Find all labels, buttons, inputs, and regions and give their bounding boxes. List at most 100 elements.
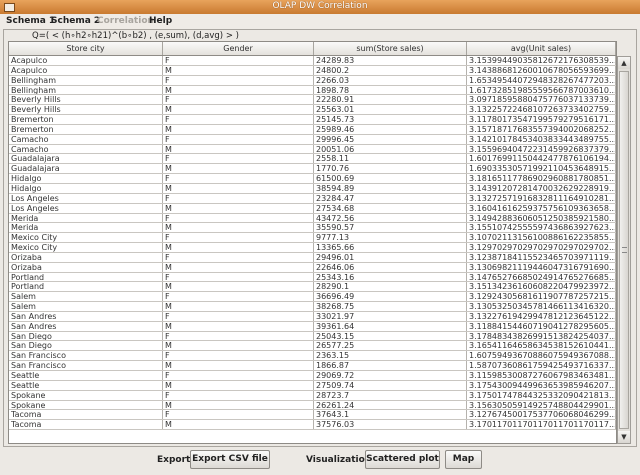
- cell-gender[interactable]: F: [163, 252, 314, 262]
- cell-avg-unit-sales[interactable]: 1.61732851985559566787003610...: [467, 85, 616, 95]
- cell-store-city[interactable]: Los Angeles: [9, 203, 163, 213]
- table-row[interactable]: Camacho F 29996.45 3.1421017845340383344348…: [9, 134, 616, 145]
- table-row[interactable]: Mexico City M 13365.66 3.129702970297029702…: [9, 243, 616, 253]
- cell-avg-unit-sales[interactable]: 3.13227619429947812123645122...: [467, 311, 616, 321]
- cell-gender[interactable]: M: [163, 282, 314, 292]
- cell-avg-unit-sales[interactable]: 3.11598530087276067983463481...: [467, 371, 616, 380]
- cell-gender[interactable]: F: [163, 311, 314, 321]
- cell-sum-store-sales[interactable]: 24800.2: [314, 65, 467, 75]
- cell-store-city[interactable]: Beverly Hills: [9, 105, 163, 115]
- cell-store-city[interactable]: Merida: [9, 223, 163, 233]
- cell-store-city[interactable]: Bellingham: [9, 75, 163, 85]
- table-row[interactable]: San Andres M 39361.64 3.1188415446071904127…: [9, 321, 616, 332]
- menu-schema-1[interactable]: Schema 1: [6, 16, 55, 26]
- cell-store-city[interactable]: Portland: [9, 282, 163, 292]
- cell-avg-unit-sales[interactable]: 3.09718595880475776037133739...: [467, 95, 616, 105]
- table-row[interactable]: Bellingham F 2266.03 1.65349544072948328267…: [9, 75, 616, 86]
- cell-sum-store-sales[interactable]: 43472.56: [314, 213, 467, 223]
- cell-store-city[interactable]: San Diego: [9, 341, 163, 351]
- cell-sum-store-sales[interactable]: 25145.73: [314, 115, 467, 124]
- table-row[interactable]: Hidalgo M 38594.89 3.1439120728147003262922…: [9, 183, 616, 194]
- cell-sum-store-sales[interactable]: 1770.76: [314, 164, 467, 174]
- cell-gender[interactable]: M: [163, 243, 314, 252]
- menu-help[interactable]: Help: [149, 16, 172, 26]
- cell-gender[interactable]: F: [163, 134, 314, 144]
- cell-gender[interactable]: M: [163, 85, 314, 95]
- cell-avg-unit-sales[interactable]: 3.14942883606051250385921580...: [467, 213, 616, 223]
- table-row[interactable]: Guadalajara F 2558.11 1.6017699115044247787…: [9, 154, 616, 165]
- cell-avg-unit-sales[interactable]: 3.17543009449963653985946207...: [467, 380, 616, 390]
- cell-gender[interactable]: M: [163, 164, 314, 174]
- cell-avg-unit-sales[interactable]: 3.16541164658634538152610441...: [467, 341, 616, 351]
- cell-avg-unit-sales[interactable]: 3.15630505914925748804429901...: [467, 400, 616, 410]
- cell-gender[interactable]: M: [163, 65, 314, 75]
- cell-gender[interactable]: M: [163, 361, 314, 370]
- table-row[interactable]: San Diego F 25043.15 3.17848343826991513824…: [9, 331, 616, 342]
- cell-avg-unit-sales[interactable]: 3.11884154460719041278295605...: [467, 321, 616, 331]
- export-csv-button[interactable]: Export CSV file: [190, 450, 270, 469]
- table-row[interactable]: Bremerton F 25145.73 3.11780173547199579279…: [9, 115, 616, 125]
- cell-sum-store-sales[interactable]: 9777.13: [314, 233, 467, 243]
- scroll-down-icon[interactable]: ▼: [618, 431, 630, 443]
- table-row[interactable]: Merida M 35590.57 3.15510742555597436863927…: [9, 223, 616, 234]
- cell-gender[interactable]: F: [163, 390, 314, 400]
- cell-store-city[interactable]: Camacho: [9, 134, 163, 144]
- table-row[interactable]: Bremerton M 25989.46 3.15718717683557394002…: [9, 124, 616, 135]
- cell-sum-store-sales[interactable]: 28723.7: [314, 390, 467, 400]
- cell-sum-store-sales[interactable]: 37576.03: [314, 420, 467, 430]
- cell-avg-unit-sales[interactable]: 3.15399449035812672176308539...: [467, 56, 616, 65]
- cell-avg-unit-sales[interactable]: 3.12387184115523465703971119...: [467, 252, 616, 262]
- scrollbar-thumb[interactable]: [619, 71, 629, 429]
- cell-gender[interactable]: F: [163, 154, 314, 164]
- cell-avg-unit-sales[interactable]: 3.16041616259375756109363658...: [467, 203, 616, 213]
- table-row[interactable]: Beverly Hills F 22280.91 3.0971859588047577…: [9, 95, 616, 106]
- table-row[interactable]: Orizaba F 29496.01 3.1238718411552346570397…: [9, 252, 616, 263]
- cell-store-city[interactable]: Bremerton: [9, 115, 163, 124]
- cell-sum-store-sales[interactable]: 61500.69: [314, 174, 467, 183]
- cell-store-city[interactable]: Seattle: [9, 380, 163, 390]
- cell-avg-unit-sales[interactable]: 3.15596940472231459926837379...: [467, 144, 616, 154]
- table-row[interactable]: Camacho M 20051.06 3.1559694047223145992683…: [9, 144, 616, 155]
- cell-gender[interactable]: M: [163, 380, 314, 390]
- table-row[interactable]: San Francisco M 1866.87 1.58707360861759425…: [9, 361, 616, 371]
- cell-gender[interactable]: M: [163, 124, 314, 134]
- cell-store-city[interactable]: Bellingham: [9, 85, 163, 95]
- cell-sum-store-sales[interactable]: 29496.01: [314, 252, 467, 262]
- column-header-gender[interactable]: Gender: [163, 42, 314, 55]
- cell-avg-unit-sales[interactable]: 3.14391207281470032629228919...: [467, 183, 616, 193]
- vertical-scrollbar[interactable]: ▲ ▼: [617, 56, 631, 444]
- cell-sum-store-sales[interactable]: 33021.97: [314, 311, 467, 321]
- cell-gender[interactable]: F: [163, 371, 314, 380]
- table-row[interactable]: Mexico City F 9777.13 3.1070211315610088616…: [9, 233, 616, 244]
- cell-store-city[interactable]: Salem: [9, 292, 163, 302]
- cell-store-city[interactable]: Bremerton: [9, 124, 163, 134]
- cell-sum-store-sales[interactable]: 38594.89: [314, 183, 467, 193]
- cell-sum-store-sales[interactable]: 25563.01: [314, 105, 467, 115]
- cell-sum-store-sales[interactable]: 24289.83: [314, 56, 467, 65]
- cell-sum-store-sales[interactable]: 20051.06: [314, 144, 467, 154]
- cell-gender[interactable]: M: [163, 183, 314, 193]
- cell-avg-unit-sales[interactable]: 3.12970297029702970297029702...: [467, 243, 616, 252]
- cell-gender[interactable]: M: [163, 144, 314, 154]
- table-row[interactable]: San Andres F 33021.97 3.1322761942994781212…: [9, 311, 616, 322]
- cell-store-city[interactable]: Guadalajara: [9, 164, 163, 174]
- cell-store-city[interactable]: Beverly Hills: [9, 95, 163, 105]
- cell-sum-store-sales[interactable]: 25043.15: [314, 331, 467, 341]
- cell-avg-unit-sales[interactable]: 3.11780173547199579279516171...: [467, 115, 616, 124]
- cell-store-city[interactable]: Spokane: [9, 390, 163, 400]
- cell-avg-unit-sales[interactable]: 3.13225722468107263733402759...: [467, 105, 616, 115]
- cell-sum-store-sales[interactable]: 23284.47: [314, 193, 467, 203]
- cell-avg-unit-sales[interactable]: 3.17501747844325332090421813...: [467, 390, 616, 400]
- cell-store-city[interactable]: Seattle: [9, 371, 163, 380]
- cell-sum-store-sales[interactable]: 27534.68: [314, 203, 467, 213]
- table-row[interactable]: Salem M 38268.75 3.130532503457814661134163…: [9, 302, 616, 312]
- cell-gender[interactable]: M: [163, 105, 314, 115]
- cell-avg-unit-sales[interactable]: 3.12924305681611907787257215...: [467, 292, 616, 302]
- cell-sum-store-sales[interactable]: 26577.25: [314, 341, 467, 351]
- cell-avg-unit-sales[interactable]: 3.14388681260010678056593699...: [467, 65, 616, 75]
- cell-store-city[interactable]: Mexico City: [9, 233, 163, 243]
- table-row[interactable]: Spokane F 28723.7 3.17501747844325332090421…: [9, 390, 616, 401]
- cell-sum-store-sales[interactable]: 25989.46: [314, 124, 467, 134]
- cell-avg-unit-sales[interactable]: 3.15718717683557394002068252...: [467, 124, 616, 134]
- map-button[interactable]: Map: [445, 450, 482, 469]
